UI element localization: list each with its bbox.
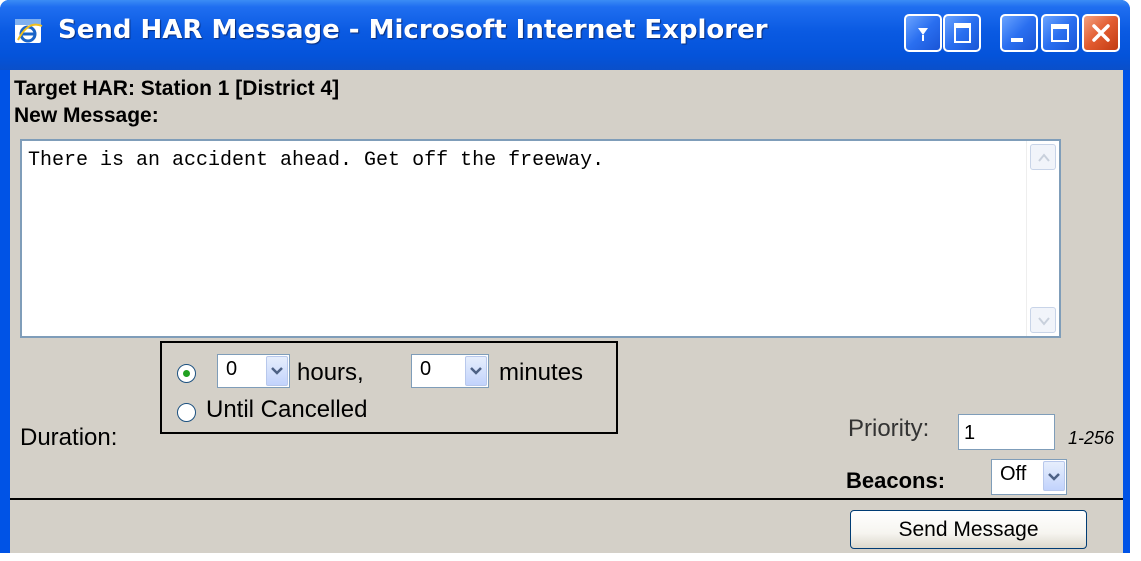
ie-icon	[15, 19, 43, 43]
radio-timed[interactable]	[177, 364, 196, 383]
browser-window: Send HAR Message - Microsoft Internet Ex…	[0, 0, 1130, 553]
minimize-icon	[1011, 38, 1023, 42]
minutes-value: 0	[420, 358, 432, 380]
priority-range-hint: 1-256	[1068, 428, 1115, 448]
chevron-down-icon	[271, 367, 283, 375]
minutes-dropdown-button[interactable]	[465, 356, 487, 386]
message-text[interactable]: There is an accident ahead. Get off the …	[28, 149, 604, 172]
hours-select[interactable]: 0	[217, 354, 290, 388]
menu-button[interactable]	[904, 14, 942, 52]
minutes-select[interactable]: 0	[411, 354, 489, 388]
menu-icon	[918, 28, 928, 41]
maximize-icon	[1051, 24, 1069, 42]
hours-label: hours,	[297, 359, 364, 386]
restore-view-icon	[954, 23, 971, 43]
radio-selected-dot	[183, 370, 190, 377]
priority-label: Priority:	[848, 415, 930, 442]
chevron-down-icon	[1048, 473, 1060, 481]
close-button[interactable]	[1082, 14, 1120, 52]
beacons-value: Off	[1000, 463, 1027, 485]
chevron-down-icon	[470, 367, 482, 375]
restore-view-button[interactable]	[943, 14, 981, 52]
hours-dropdown-button[interactable]	[266, 356, 288, 386]
chevron-up-icon	[1038, 153, 1050, 162]
until-cancelled-label[interactable]: Until Cancelled	[206, 396, 367, 424]
duration-options: 0 hours, 0 minutes Until Cancelled	[160, 341, 618, 434]
hours-value: 0	[226, 358, 238, 380]
send-message-button[interactable]: Send Message	[850, 510, 1087, 549]
message-scrollbar[interactable]	[1026, 141, 1059, 336]
minimize-button[interactable]	[1000, 14, 1038, 52]
target-har-label: Target HAR: Station 1 [District 4]	[14, 77, 340, 100]
message-textarea[interactable]: There is an accident ahead. Get off the …	[20, 139, 1061, 338]
title-bar[interactable]: Send HAR Message - Microsoft Internet Ex…	[0, 0, 1130, 70]
beacons-label: Beacons:	[846, 468, 946, 493]
radio-until-cancelled[interactable]	[177, 403, 196, 422]
priority-input[interactable]	[958, 414, 1055, 450]
new-message-label: New Message:	[14, 104, 159, 127]
minutes-label: minutes	[499, 359, 584, 386]
close-icon	[1092, 24, 1110, 42]
client-area: Target HAR: Station 1 [District 4] New M…	[10, 70, 1123, 553]
duration-label: Duration:	[20, 424, 118, 451]
beacons-select[interactable]: Off	[991, 459, 1067, 495]
window-title: Send HAR Message - Microsoft Internet Ex…	[58, 15, 768, 45]
beacons-dropdown-button[interactable]	[1043, 461, 1065, 491]
chevron-down-icon	[1038, 317, 1050, 326]
maximize-button[interactable]	[1041, 14, 1079, 52]
scroll-up-button[interactable]	[1030, 144, 1056, 170]
scroll-down-button[interactable]	[1030, 307, 1056, 333]
